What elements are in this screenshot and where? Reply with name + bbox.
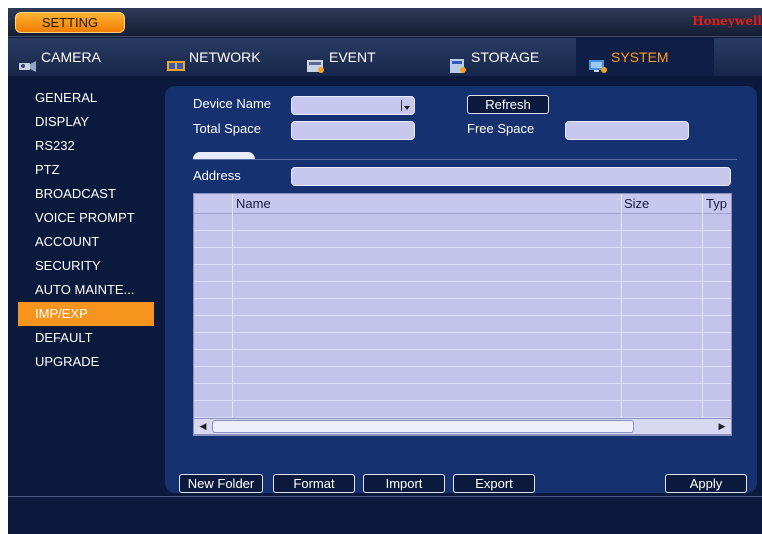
table-row[interactable] — [194, 384, 731, 401]
table-row[interactable] — [194, 350, 731, 367]
column-type[interactable]: Typ — [706, 196, 727, 211]
apply-button[interactable]: Apply — [665, 474, 747, 493]
table-header: Name Size Typ — [194, 194, 731, 214]
total-space-label: Total Space — [193, 121, 261, 136]
sidebar-item-general[interactable]: GENERAL — [18, 86, 154, 110]
sidebar-item-auto-maintenance[interactable]: AUTO MAINTE... — [18, 278, 154, 302]
imp-exp-panel: Device Name Refresh Total Space Free Spa… — [165, 86, 757, 493]
format-button[interactable]: Format — [273, 474, 355, 493]
file-table: Name Size Typ — [193, 193, 732, 436]
free-space-label: Free Space — [467, 121, 535, 136]
tab-camera[interactable]: CAMERA — [18, 38, 158, 76]
table-row[interactable] — [194, 265, 731, 282]
column-name[interactable]: Name — [236, 196, 271, 211]
sidebar-item-broadcast[interactable]: BROADCAST — [18, 182, 154, 206]
tab-network-label: NETWORK — [189, 49, 261, 65]
brand-logo: Honeywell — [692, 14, 762, 28]
sidebar-item-security[interactable]: SECURITY — [18, 254, 154, 278]
network-icon — [166, 50, 186, 72]
dropdown-arrow-icon — [401, 100, 410, 111]
sidebar-item-upgrade[interactable]: UPGRADE — [18, 350, 154, 374]
sub-tab-indicator — [193, 152, 255, 159]
sidebar-item-imp-exp[interactable]: IMP/EXP — [18, 302, 154, 326]
divider — [193, 159, 737, 160]
sidebar-item-ptz[interactable]: PTZ — [18, 158, 154, 182]
tab-network[interactable]: NETWORK — [166, 38, 296, 76]
scrollbar-thumb[interactable] — [212, 420, 634, 433]
column-size[interactable]: Size — [624, 196, 649, 211]
table-row[interactable] — [194, 282, 731, 299]
tab-storage[interactable]: STORAGE — [448, 38, 568, 76]
sidebar-item-display[interactable]: DISPLAY — [18, 110, 154, 134]
scroll-left-icon[interactable]: ◀ — [196, 419, 210, 434]
table-row[interactable] — [194, 231, 731, 248]
event-icon — [306, 50, 326, 74]
horizontal-scrollbar[interactable]: ◀ ▶ — [193, 418, 732, 435]
tab-camera-label: CAMERA — [41, 49, 101, 65]
tab-event[interactable]: EVENT — [306, 38, 426, 76]
sidebar-item-default[interactable]: DEFAULT — [18, 326, 154, 350]
scroll-right-icon[interactable]: ▶ — [715, 419, 729, 434]
export-button[interactable]: Export — [453, 474, 535, 493]
address-field[interactable] — [291, 167, 731, 186]
camera-icon — [18, 50, 38, 73]
new-folder-button[interactable]: New Folder — [179, 474, 263, 493]
table-row[interactable] — [194, 367, 731, 384]
table-row[interactable] — [194, 401, 731, 418]
footer-divider — [8, 496, 762, 497]
system-icon — [588, 50, 608, 74]
tab-storage-label: STORAGE — [471, 49, 540, 65]
setting-tab[interactable]: SETTING — [15, 12, 125, 33]
storage-icon — [448, 50, 468, 74]
tab-event-label: EVENT — [329, 49, 376, 65]
import-button[interactable]: Import — [363, 474, 445, 493]
table-row[interactable] — [194, 333, 731, 350]
sidebar-item-voice-prompt[interactable]: VOICE PROMPT — [18, 206, 154, 230]
table-row[interactable] — [194, 316, 731, 333]
title-bar: SETTING Honeywell — [8, 8, 762, 37]
table-row[interactable] — [194, 214, 731, 231]
free-space-field — [565, 121, 689, 140]
tab-system-label: SYSTEM — [611, 49, 669, 65]
address-label: Address — [193, 168, 241, 183]
device-name-select[interactable] — [291, 96, 415, 115]
settings-window: SETTING Honeywell CAMERA NETWORK EVENT S… — [8, 8, 762, 534]
total-space-field — [291, 121, 415, 140]
main-tab-bar: CAMERA NETWORK EVENT STORAGE SYSTEM — [8, 38, 762, 76]
table-row[interactable] — [194, 248, 731, 265]
table-row[interactable] — [194, 299, 731, 316]
sidebar-item-rs232[interactable]: RS232 — [18, 134, 154, 158]
tab-system[interactable]: SYSTEM — [576, 38, 714, 76]
device-name-label: Device Name — [193, 96, 272, 111]
refresh-button[interactable]: Refresh — [467, 95, 549, 114]
sidebar-item-account[interactable]: ACCOUNT — [18, 230, 154, 254]
sidebar: GENERAL DISPLAY RS232 PTZ BROADCAST VOIC… — [18, 86, 154, 374]
